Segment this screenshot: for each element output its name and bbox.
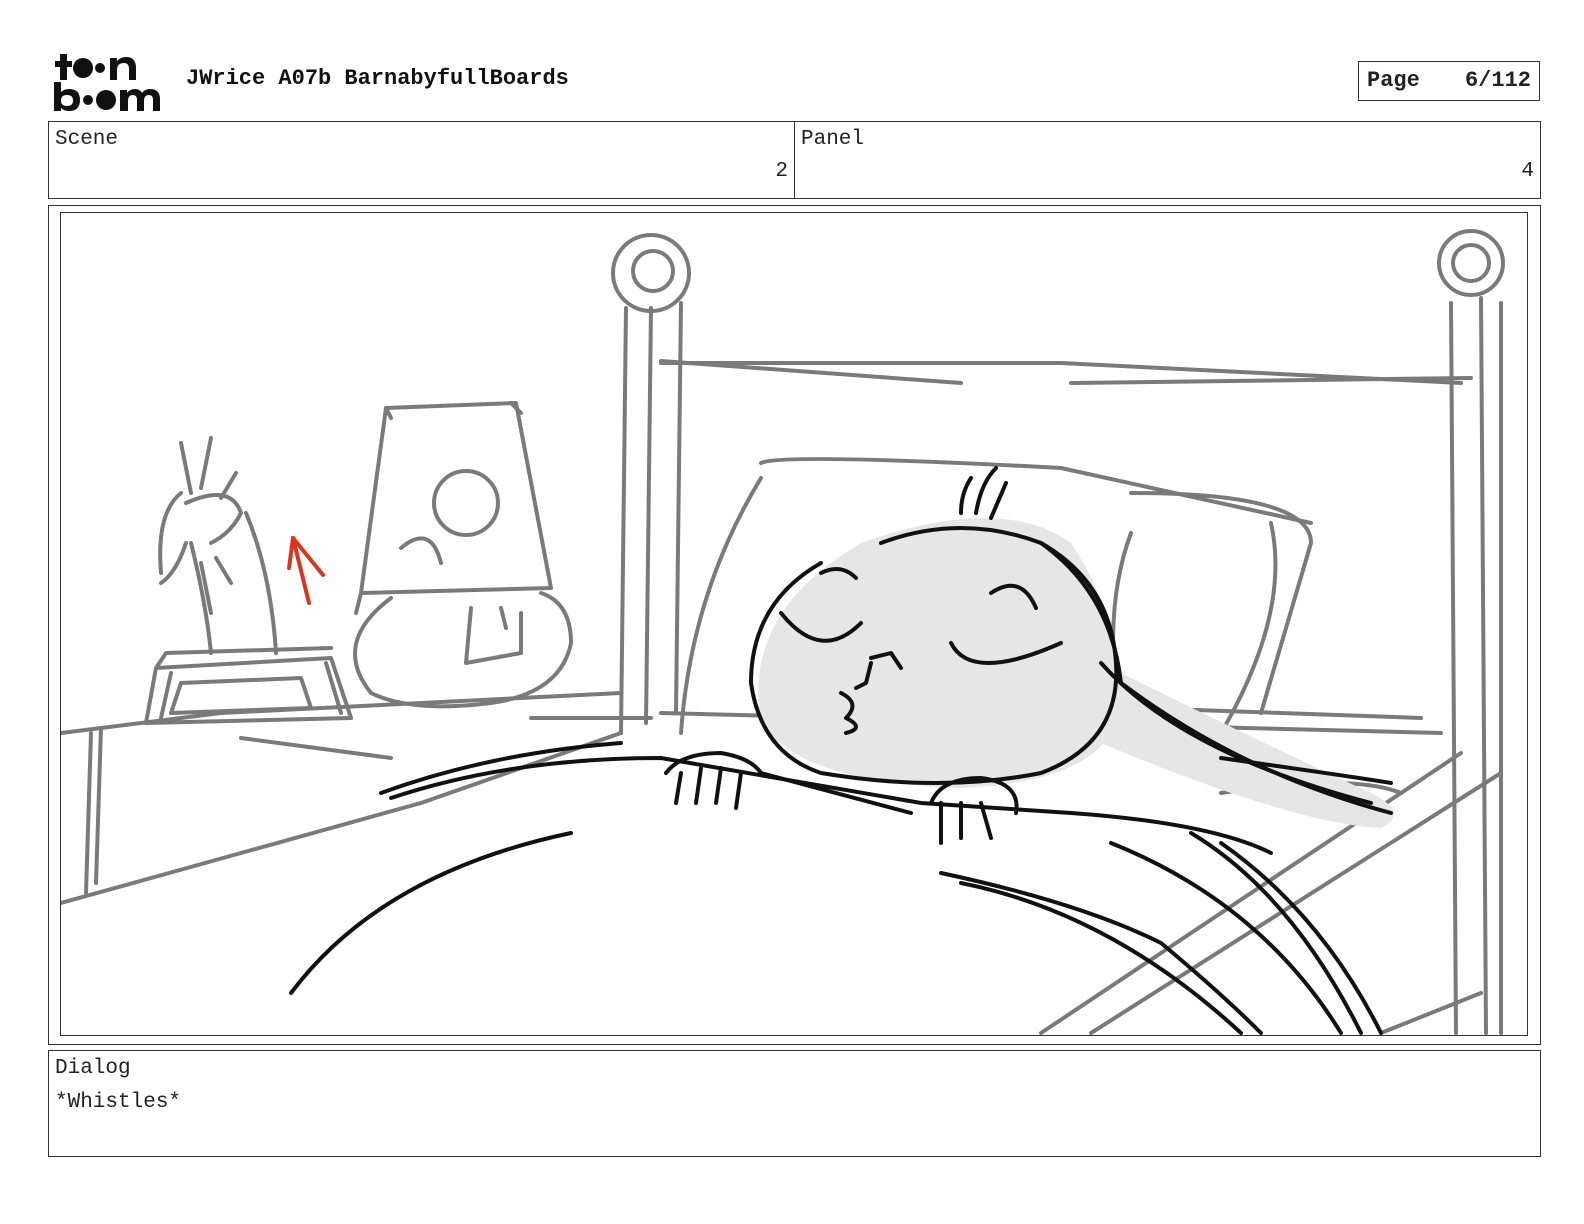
page-indicator: Page 6/112 xyxy=(1358,61,1540,101)
storyboard-panel xyxy=(48,205,1541,1045)
storyboard-sketch xyxy=(60,212,1528,1036)
scene-number: 2 xyxy=(775,160,788,183)
storyboard-sketch-image xyxy=(61,229,1505,1035)
panel-number: 4 xyxy=(1521,160,1534,183)
scene-cell: Scene 2 xyxy=(49,122,795,198)
dialog-label: Dialog xyxy=(55,1057,131,1080)
dialog-text: *Whistles* xyxy=(55,1091,182,1114)
toon-boom-logo xyxy=(52,50,164,112)
page-label: Page xyxy=(1367,68,1420,93)
page-number: 6/112 xyxy=(1464,68,1531,93)
dialog-box: Dialog *Whistles* xyxy=(48,1050,1541,1157)
scene-panel-info: Scene 2 Panel 4 xyxy=(48,121,1541,199)
panel-label: Panel xyxy=(801,128,865,151)
panel-cell: Panel 4 xyxy=(795,122,1540,198)
project-title: JWrice A07b BarnabyfullBoards xyxy=(186,66,569,91)
scene-label: Scene xyxy=(55,128,119,151)
